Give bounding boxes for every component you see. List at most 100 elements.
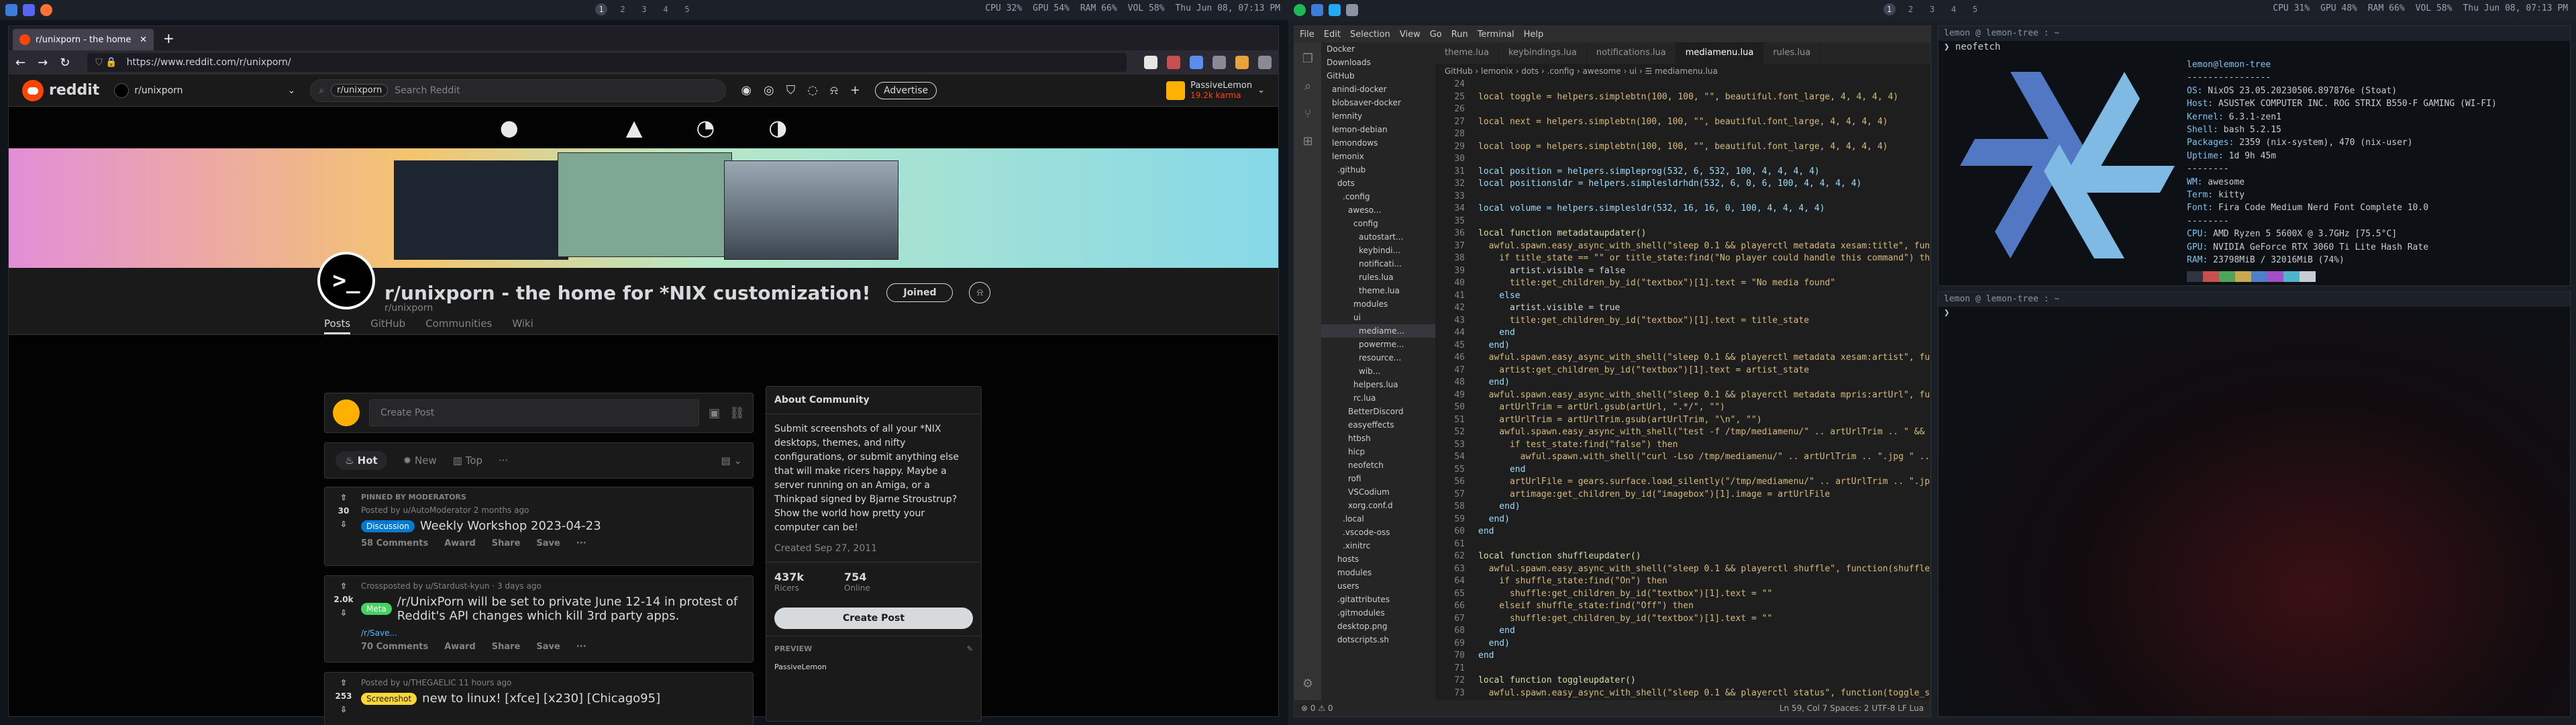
code-line[interactable]: 58 end) bbox=[1435, 501, 1930, 514]
code-line[interactable]: 30 bbox=[1435, 153, 1930, 166]
code-line[interactable]: 59 end) bbox=[1435, 514, 1930, 526]
post-flair[interactable]: Discussion bbox=[361, 520, 415, 532]
code-line[interactable]: 42 artist.visible = true bbox=[1435, 302, 1930, 315]
tree-item[interactable]: rc.lua bbox=[1321, 391, 1435, 405]
joined-button[interactable]: Joined bbox=[886, 283, 954, 302]
code-line[interactable]: 40 title:get_children_by_id("textbox")[1… bbox=[1435, 277, 1930, 290]
workspace-2[interactable]: 2 bbox=[1905, 3, 1917, 15]
tree-item[interactable]: lemonix bbox=[1321, 150, 1435, 163]
volume[interactable]: VOL 58% bbox=[1128, 3, 1165, 13]
menu-item-go[interactable]: Go bbox=[1430, 30, 1442, 40]
extension-icon[interactable] bbox=[1213, 56, 1226, 69]
sort-top[interactable]: ▥ Top bbox=[453, 454, 482, 467]
sort-new[interactable]: ✹ New bbox=[403, 454, 437, 467]
code-line[interactable]: 54 awful.spawn.with_shell("curl -Lso /tm… bbox=[1435, 451, 1930, 464]
tree-item[interactable]: xorg.conf.d bbox=[1321, 499, 1435, 512]
tree-item[interactable]: .local bbox=[1321, 512, 1435, 526]
code-line[interactable]: 66 elseif shuffle_state:find("Off") then bbox=[1435, 600, 1930, 613]
search-input[interactable]: ⌕ r/unixporn Search Reddit bbox=[310, 79, 727, 102]
workspace-4[interactable]: 4 bbox=[1948, 3, 1960, 15]
code-line[interactable]: 25 local toggle = helpers.simplebtn(100, … bbox=[1435, 91, 1930, 104]
code-line[interactable]: 31 local position = helpers.simpleprog(53… bbox=[1435, 166, 1930, 179]
workspace-3[interactable]: 3 bbox=[638, 3, 650, 15]
tree-item[interactable]: theme.lua bbox=[1321, 284, 1435, 297]
tab-wiki[interactable]: Wiki bbox=[512, 318, 533, 334]
code-line[interactable]: 57 artimage:get_children_by_id("imagebox… bbox=[1435, 489, 1930, 501]
code-line[interactable]: 41 else bbox=[1435, 290, 1930, 303]
more-icon[interactable]: ··· bbox=[576, 538, 586, 548]
post-title[interactable]: new to linux! [xfce] [x230] [Chicago95] bbox=[422, 691, 660, 706]
code-line[interactable]: 45 end) bbox=[1435, 340, 1930, 352]
tree-item[interactable]: config bbox=[1321, 217, 1435, 230]
post-flair[interactable]: Screenshot bbox=[361, 692, 417, 705]
workspace-5[interactable]: 5 bbox=[681, 3, 693, 15]
browser-tab[interactable]: r/unixporn - the home for *NIX customiza… bbox=[13, 29, 154, 50]
terminal-empty[interactable]: lemon @ lemon-tree : ~ ❯ bbox=[1938, 291, 2571, 717]
award-button[interactable]: Award bbox=[444, 642, 476, 652]
workspace-1[interactable]: 1 bbox=[1883, 3, 1896, 15]
shield-icon[interactable]: ⛉ 🔒 bbox=[95, 57, 117, 68]
tree-item[interactable]: mediame... bbox=[1321, 324, 1435, 338]
more-icon[interactable]: ··· bbox=[576, 642, 586, 652]
coins-icon[interactable]: ◎ bbox=[764, 83, 774, 97]
tree-item[interactable]: .github bbox=[1321, 163, 1435, 177]
share-button[interactable]: Share bbox=[492, 538, 521, 548]
arch-icon[interactable]: ▲ bbox=[626, 115, 643, 140]
tree-item[interactable]: VSCodium bbox=[1321, 485, 1435, 499]
tree-item[interactable]: modules bbox=[1321, 297, 1435, 311]
tree-item[interactable]: lemnity bbox=[1321, 109, 1435, 123]
search-icon[interactable]: ⌕ bbox=[1304, 79, 1311, 93]
menu-item-help[interactable]: Help bbox=[1524, 30, 1544, 40]
code-line[interactable]: 53 if test_state:find("false") then bbox=[1435, 439, 1930, 452]
tree-item[interactable]: autostart... bbox=[1321, 230, 1435, 244]
menu-item-file[interactable]: File bbox=[1300, 30, 1315, 40]
gear-icon[interactable]: ⚙ bbox=[1302, 677, 1313, 691]
tree-item[interactable]: blobsaver-docker bbox=[1321, 96, 1435, 109]
code-line[interactable]: 60 end bbox=[1435, 526, 1930, 538]
tree-item[interactable]: lemon-debian bbox=[1321, 123, 1435, 136]
code-line[interactable]: 65 shuffle:get_children_by_id("textbox")… bbox=[1435, 588, 1930, 601]
code-line[interactable]: 26 bbox=[1435, 103, 1930, 116]
code-line[interactable]: 39 artist.visible = false bbox=[1435, 265, 1930, 278]
code-line[interactable]: 61 bbox=[1435, 538, 1930, 551]
comments-button[interactable]: 58 Comments bbox=[361, 538, 428, 548]
user-menu[interactable]: PassiveLemon 19.2k karma ⌄ bbox=[1166, 81, 1265, 100]
tree-item[interactable]: notificati... bbox=[1321, 257, 1435, 271]
sort-hot[interactable]: ♨ Hot bbox=[336, 451, 387, 470]
code-line[interactable]: 48 end) bbox=[1435, 377, 1930, 389]
save-button[interactable]: Save bbox=[536, 538, 560, 548]
menu-item-selection[interactable]: Selection bbox=[1350, 30, 1390, 40]
menu-item-view[interactable]: View bbox=[1400, 30, 1421, 40]
code-line[interactable]: 44 end bbox=[1435, 327, 1930, 340]
code-line[interactable]: 64 if shuffle_state:find("On") then bbox=[1435, 575, 1930, 588]
post-card[interactable]: ⇧ 253 ⇩ Posted by u/THEGAELIC 11 hours ago… bbox=[324, 672, 754, 725]
code-line[interactable]: 71 bbox=[1435, 663, 1930, 675]
create-post-button[interactable]: Create Post bbox=[774, 608, 973, 629]
tree-item[interactable]: desktop.png bbox=[1321, 620, 1435, 633]
tree-item[interactable]: dotscripts.sh bbox=[1321, 633, 1435, 646]
code-area[interactable]: 24 25 local toggle = helpers.simplebtn(100… bbox=[1435, 79, 1930, 710]
extension-icon[interactable] bbox=[1190, 56, 1203, 69]
code-line[interactable]: 37 awful.spawn.easy_async_with_shell("sl… bbox=[1435, 240, 1930, 253]
tree-item[interactable]: ui bbox=[1321, 311, 1435, 324]
downvote-icon[interactable]: ⇩ bbox=[340, 520, 347, 529]
tree-item[interactable]: Docker bbox=[1321, 42, 1435, 56]
extension-icon[interactable] bbox=[1235, 56, 1249, 69]
tab-communities[interactable]: Communities bbox=[425, 318, 492, 334]
tab-posts[interactable]: Posts bbox=[324, 318, 351, 334]
tree-item[interactable]: powerme... bbox=[1321, 338, 1435, 351]
code-line[interactable]: 36 local function metadataupdater() bbox=[1435, 228, 1930, 240]
code-line[interactable]: 73 awful.spawn.easy_async_with_shell("sl… bbox=[1435, 687, 1930, 700]
layout-icon[interactable]: ▤ ⌄ bbox=[721, 454, 742, 467]
save-button[interactable]: Save bbox=[536, 642, 560, 652]
code-line[interactable]: 51 artUrlTrim = artUrlTrim.gsub(artUrlTr… bbox=[1435, 414, 1930, 427]
more-icon[interactable]: ··· bbox=[499, 454, 508, 467]
post-title[interactable]: Weekly Workshop 2023-04-23 bbox=[420, 519, 601, 533]
reload-icon[interactable]: ↻ bbox=[60, 56, 70, 70]
code-line[interactable]: 46 awful.spawn.easy_async_with_shell("sl… bbox=[1435, 352, 1930, 365]
downvote-icon[interactable]: ⇩ bbox=[340, 705, 347, 714]
link-icon[interactable]: ⛓ bbox=[729, 406, 745, 420]
tux-icon[interactable]: ● bbox=[500, 115, 519, 140]
share-button[interactable]: Share bbox=[492, 642, 521, 652]
editor-tab[interactable]: rules.lua bbox=[1763, 42, 1821, 64]
